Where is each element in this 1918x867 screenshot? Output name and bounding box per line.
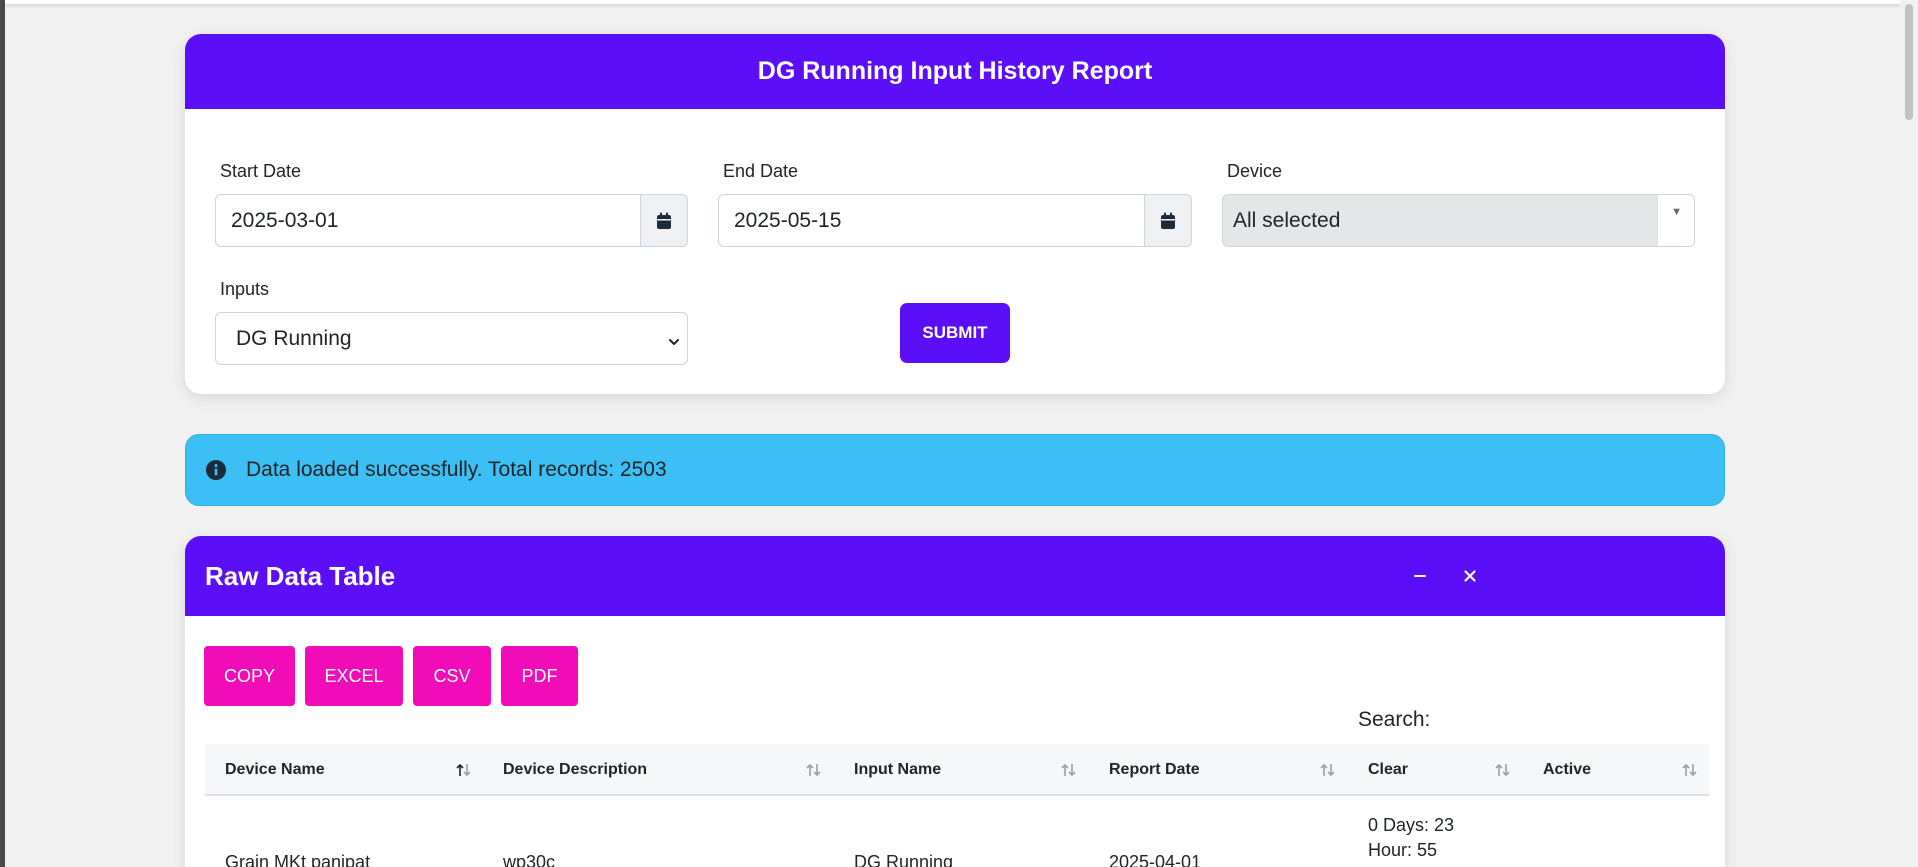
inputs-label: Inputs bbox=[220, 279, 270, 299]
device-multiselect[interactable]: All selected ▼ bbox=[1222, 194, 1695, 247]
table-header-row: Device Name Device Description Input Nam… bbox=[205, 744, 1709, 796]
top-navbar bbox=[5, 0, 1900, 4]
success-alert: Data loaded successfully. Total records:… bbox=[185, 434, 1725, 506]
inputs-select-value: DG Running bbox=[236, 326, 352, 350]
end-date-input[interactable]: 2025-05-15 bbox=[719, 195, 1144, 246]
column-header-active[interactable]: Active bbox=[1543, 744, 1591, 796]
cell-device-name: Grain MKt panipat bbox=[225, 852, 371, 867]
alert-message: Data loaded successfully. Total records:… bbox=[246, 458, 667, 481]
calendar-icon[interactable] bbox=[1144, 195, 1191, 246]
cell-clear-line1: 0 Days: 23 bbox=[1368, 815, 1455, 835]
submit-button[interactable]: SUBMIT bbox=[900, 303, 1010, 363]
cell-device-description: wp30c bbox=[503, 852, 556, 867]
sort-icon[interactable] bbox=[1681, 762, 1699, 778]
copy-button[interactable]: COPY bbox=[204, 646, 295, 706]
column-header-clear[interactable]: Clear bbox=[1368, 744, 1408, 796]
minimize-icon[interactable] bbox=[1408, 564, 1432, 588]
end-date-field[interactable]: 2025-05-15 bbox=[718, 194, 1192, 247]
csv-button[interactable]: CSV bbox=[413, 646, 491, 706]
close-icon[interactable] bbox=[1458, 564, 1482, 588]
cell-report-date: 2025-04-01 bbox=[1109, 852, 1202, 867]
sort-icon[interactable] bbox=[1494, 762, 1512, 778]
column-header-report-date[interactable]: Report Date bbox=[1109, 744, 1200, 796]
scrollbar-thumb[interactable] bbox=[1905, 4, 1913, 120]
report-title: DG Running Input History Report bbox=[185, 34, 1725, 109]
device-select-value: All selected bbox=[1233, 208, 1341, 232]
cell-clear-line2: Hour: 55 bbox=[1368, 840, 1438, 860]
start-date-field[interactable]: 2025-03-01 bbox=[215, 194, 688, 247]
info-icon bbox=[206, 460, 226, 480]
start-date-input[interactable]: 2025-03-01 bbox=[216, 195, 640, 246]
calendar-icon[interactable] bbox=[640, 195, 687, 246]
pdf-button[interactable]: PDF bbox=[501, 646, 578, 706]
start-date-label: Start Date bbox=[220, 161, 302, 181]
sort-asc-icon[interactable] bbox=[455, 762, 473, 778]
chevron-down-icon bbox=[667, 331, 681, 355]
column-header-input-name[interactable]: Input Name bbox=[854, 744, 941, 796]
column-header-device-description[interactable]: Device Description bbox=[503, 744, 647, 796]
excel-button[interactable]: EXCEL bbox=[305, 646, 403, 706]
window-edge bbox=[0, 0, 5, 867]
search-label: Search: bbox=[1358, 708, 1431, 731]
page-scrollbar[interactable] bbox=[1900, 0, 1918, 867]
cell-input-name: DG Running bbox=[854, 852, 954, 867]
caret-down-icon: ▼ bbox=[1671, 206, 1682, 218]
inputs-select[interactable]: DG Running bbox=[215, 312, 688, 365]
end-date-label: End Date bbox=[723, 161, 799, 181]
device-label: Device bbox=[1227, 161, 1283, 181]
table-card-title: Raw Data Table bbox=[205, 560, 396, 591]
sort-icon[interactable] bbox=[805, 762, 823, 778]
sort-icon[interactable] bbox=[1060, 762, 1078, 778]
column-header-device-name[interactable]: Device Name bbox=[225, 744, 325, 796]
sort-icon[interactable] bbox=[1319, 762, 1337, 778]
